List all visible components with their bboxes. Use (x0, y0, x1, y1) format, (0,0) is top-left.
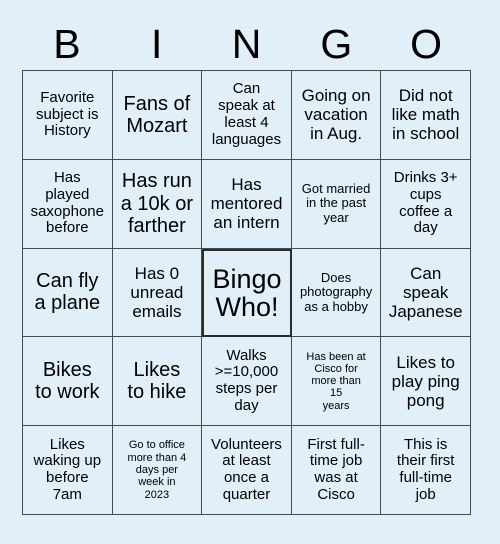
bingo-cell-label: This is their first full-time job (396, 435, 455, 503)
bingo-cell[interactable]: Can speak at least 4 languages (202, 71, 292, 160)
bingo-cell-label: Has been at Cisco for more than 15 years (306, 350, 366, 412)
bingo-cell[interactable]: Got married in the past year (291, 159, 382, 249)
bingo-cell[interactable]: Go to office more than 4 days per week i… (112, 426, 203, 515)
bingo-cell-label: Favorite subject is History (36, 88, 99, 140)
bingo-cell[interactable]: Favorite subject is History (23, 71, 113, 160)
bingo-cell-label: Has played saxophone before (30, 169, 104, 237)
bingo-cell[interactable]: Likes waking up before 7am (23, 426, 113, 515)
bingo-cell-label: Does photography as a hobby (299, 269, 373, 314)
bingo-cell[interactable]: Has run a 10k or farther (112, 159, 203, 249)
bingo-cell[interactable]: Volunteers at least once a quarter (202, 426, 292, 515)
bingo-cell-label: Bikes to work (35, 358, 100, 404)
bingo-cell-label: Has 0 unread emails (130, 263, 184, 321)
bingo-cell-label: Go to office more than 4 days per week i… (127, 439, 187, 501)
bingo-cell-label: Can speak at least 4 languages (211, 80, 282, 148)
bingo-cell[interactable]: Has 0 unread emails (112, 248, 203, 338)
bingo-cell-label: Has mentored an intern (210, 175, 283, 233)
bingo-cell[interactable]: Has been at Cisco for more than 15 years (291, 337, 382, 427)
bingo-cell-label: Drinks 3+ cups coffee a day (393, 169, 458, 237)
bingo-cell-label: Likes to play ping pong (391, 352, 460, 410)
bingo-cell-label: Bingo Who! (212, 263, 282, 322)
bingo-cell[interactable]: Does photography as a hobby (291, 248, 382, 338)
bingo-cell-label: Fans of Mozart (123, 92, 191, 137)
bingo-cell[interactable]: Can fly a plane (23, 248, 113, 338)
bingo-cell-label: Did not like math in school (391, 86, 460, 144)
bingo-cell[interactable]: Bikes to work (23, 337, 113, 427)
header-letter-o: O (410, 20, 443, 67)
bingo-cell-label: Walks >=10,000 steps per day (214, 346, 279, 415)
bingo-cell[interactable]: Drinks 3+ cups coffee a day (381, 159, 471, 249)
bingo-free-space[interactable]: Bingo Who! (202, 248, 292, 338)
bingo-cell[interactable]: Likes to hike (112, 337, 203, 427)
bingo-cell[interactable]: Did not like math in school (381, 71, 471, 160)
bingo-cell[interactable]: Has mentored an intern (202, 159, 292, 249)
bingo-cell-label: Got married in the past year (301, 180, 371, 225)
bingo-cell-label: Can speak Japanese (388, 263, 463, 321)
bingo-cell[interactable]: Fans of Mozart (112, 71, 203, 160)
bingo-cell-label: Can fly a plane (34, 270, 101, 315)
bingo-cell[interactable]: Walks >=10,000 steps per day (202, 337, 292, 427)
bingo-card: B I N G O Favorite subject is History Fan… (0, 0, 500, 544)
bingo-cell[interactable]: This is their first full-time job (381, 426, 471, 515)
bingo-cell[interactable]: First full- time job was at Cisco (291, 426, 382, 515)
bingo-cell-label: Going on vacation in Aug. (301, 86, 371, 144)
header-letter-g: G (320, 20, 353, 67)
bingo-grid: Favorite subject is History Fans of Mozar… (22, 70, 471, 515)
header-letter-n: N (231, 20, 262, 67)
header-letter-i: I (150, 20, 163, 67)
bingo-cell-label: Has run a 10k or farther (120, 170, 194, 237)
bingo-cell[interactable]: Can speak Japanese (381, 248, 471, 338)
bingo-cell[interactable]: Likes to play ping pong (381, 337, 471, 427)
bingo-cell-label: Likes to hike (127, 358, 187, 404)
bingo-cell-label: Likes waking up before 7am (33, 435, 102, 503)
bingo-header: B I N G O (22, 18, 471, 70)
bingo-cell[interactable]: Going on vacation in Aug. (291, 71, 382, 160)
header-letter-b: B (53, 20, 81, 67)
bingo-cell-label: Volunteers at least once a quarter (211, 435, 282, 503)
bingo-cell-label: First full- time job was at Cisco (307, 435, 365, 503)
bingo-cell[interactable]: Has played saxophone before (23, 159, 113, 249)
